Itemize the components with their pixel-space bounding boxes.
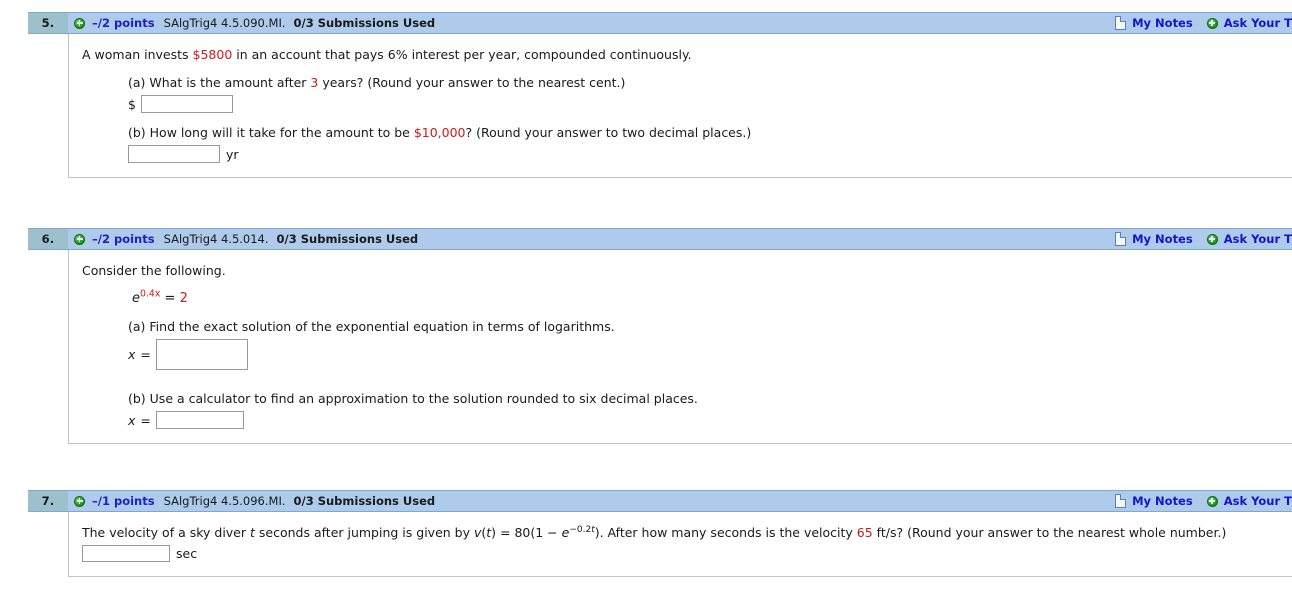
part-a-pre-5: (a) What is the amount after — [128, 75, 311, 90]
note-page-icon[interactable] — [1115, 232, 1127, 246]
part-b-unit-label-5: yr — [226, 146, 239, 162]
question-block-5: 5. –/2 points SAlgTrig4 4.5.090.MI. 0/3 … — [28, 12, 1292, 178]
part-b-pre-5: (b) How long will it take for the amount… — [128, 125, 414, 140]
ask-your-teacher-link-5[interactable]: Ask Your T — [1224, 16, 1292, 30]
question-header-left-7: –/1 points SAlgTrig4 4.5.096.MI. 0/3 Sub… — [68, 491, 1115, 511]
question-number-7: 7. — [28, 491, 68, 511]
unit-label-7: sec — [176, 546, 198, 561]
assignment-page: 5. –/2 points SAlgTrig4 4.5.090.MI. 0/3 … — [0, 0, 1292, 611]
expand-plus-icon[interactable] — [74, 17, 85, 29]
part-a-text-6: (a) Find the exact solution of the expon… — [128, 319, 615, 334]
question-statement-6: Consider the following. — [82, 263, 226, 278]
question-code-6: SAlgTrig4 4.5.014. — [163, 232, 269, 246]
ask-teacher-plus-icon[interactable] — [1206, 495, 1218, 507]
equation-6: e0.4x = 2 — [132, 288, 1292, 307]
stmt-part-2-7: seconds after jumping is given by — [254, 525, 474, 540]
question-header-right-5: My Notes Ask Your T — [1115, 13, 1292, 33]
part-b-answer-row-6: x = — [128, 411, 1292, 429]
part-a-answer-input-6[interactable] — [155, 339, 248, 370]
equation-base-6: e — [132, 291, 140, 306]
question-header-left-6: –/2 points SAlgTrig4 4.5.014. 0/3 Submis… — [68, 229, 1115, 249]
submissions-used-5: 0/3 Submissions Used — [293, 16, 436, 30]
stmt-part-5-7: ). After how many seconds is the velocit… — [594, 525, 857, 540]
ask-your-teacher-link-7[interactable]: Ask Your T — [1224, 494, 1292, 508]
ask-teacher-plus-icon[interactable] — [1206, 17, 1218, 29]
submissions-used-7: 0/3 Submissions Used — [293, 494, 436, 508]
part-a-post-5: years? (Round your answer to the nearest… — [318, 75, 626, 90]
points-label-5: –/2 points — [92, 16, 155, 30]
equation-exponent-6: 0.4x — [140, 288, 161, 300]
question-header-5: 5. –/2 points SAlgTrig4 4.5.090.MI. 0/3 … — [28, 12, 1292, 34]
my-notes-link-7[interactable]: My Notes — [1132, 494, 1193, 508]
part-b-post-5: ? (Round your answer to two decimal plac… — [465, 125, 752, 140]
part-a-variable-6: x — [128, 347, 136, 362]
ask-teacher-plus-icon[interactable] — [1206, 233, 1218, 245]
part-b-answer-input-6[interactable] — [155, 411, 244, 429]
part-a-text-5: (a) What is the amount after 3 years? (R… — [128, 74, 1292, 91]
answer-input-7[interactable] — [82, 545, 170, 562]
question-number-5: 5. — [28, 13, 68, 33]
part-a-answer-input-5[interactable] — [140, 95, 233, 113]
my-notes-link-6[interactable]: My Notes — [1132, 232, 1193, 246]
part-a-answer-row-6: x = — [128, 339, 1292, 370]
equation-equals-6: = — [160, 291, 180, 306]
part-b-text-5: (b) How long will it take for the amount… — [128, 124, 1292, 141]
question-statement-5: A woman invests $5800 in an account that… — [82, 46, 1292, 63]
question-body-5: A woman invests $5800 in an account that… — [68, 34, 1292, 178]
expand-plus-icon[interactable] — [74, 495, 85, 507]
stmt-exponent-7: −0.2t — [569, 525, 594, 535]
part-b-equals-6: = — [140, 412, 151, 428]
stmt-exponent-sign-7: −0.2 — [569, 524, 592, 535]
stmt-part-1-7: The velocity of a sky diver — [82, 525, 250, 540]
note-page-icon[interactable] — [1115, 16, 1127, 30]
answer-row-7: sec — [82, 545, 1292, 562]
stmt-part-6-7: ft/s? (Round your answer to the nearest … — [872, 525, 1227, 540]
question-header-7: 7. –/1 points SAlgTrig4 4.5.096.MI. 0/3 … — [28, 490, 1292, 512]
part-b-text-6: (b) Use a calculator to find an approxim… — [128, 391, 698, 406]
my-notes-link-5[interactable]: My Notes — [1132, 16, 1193, 30]
stmt-velocity-value-7: 65 — [856, 525, 873, 540]
part-b-variable-6: x — [128, 412, 136, 428]
statement-principal-5: $5800 — [192, 47, 233, 62]
statement-pre-5: A woman invests — [82, 47, 193, 62]
statement-post-5: in an account that pays 6% interest per … — [232, 47, 692, 62]
stmt-part-4-7: ) = 80(1 − — [491, 525, 562, 540]
question-body-6: Consider the following. e0.4x = 2 (a) Fi… — [68, 250, 1292, 444]
part-b-answer-input-5[interactable] — [128, 145, 220, 163]
points-label-6: –/2 points — [92, 232, 155, 246]
question-body-7: The velocity of a sky diver t seconds af… — [68, 512, 1292, 577]
question-number-6: 6. — [28, 229, 68, 249]
note-page-icon[interactable] — [1115, 494, 1127, 508]
question-header-left-5: –/2 points SAlgTrig4 4.5.090.MI. 0/3 Sub… — [68, 13, 1115, 33]
question-block-6: 6. –/2 points SAlgTrig4 4.5.014. 0/3 Sub… — [28, 228, 1292, 444]
points-label-7: –/1 points — [92, 494, 155, 508]
question-code-7: SAlgTrig4 4.5.096.MI. — [163, 494, 286, 508]
part-b-amount-5: $10,000 — [413, 125, 466, 140]
part-a-answer-row-5: $ — [128, 95, 1292, 113]
part-b-answer-row-5: yr — [128, 145, 1292, 163]
question-header-6: 6. –/2 points SAlgTrig4 4.5.014. 0/3 Sub… — [28, 228, 1292, 250]
question-statement-7: The velocity of a sky diver t seconds af… — [82, 524, 1292, 541]
dollar-sign-label-5: $ — [128, 96, 136, 112]
question-header-right-7: My Notes Ask Your T — [1115, 491, 1292, 511]
question-header-right-6: My Notes Ask Your T — [1115, 229, 1292, 249]
question-code-5: SAlgTrig4 4.5.090.MI. — [163, 16, 286, 30]
equation-rhs-6: 2 — [179, 291, 188, 306]
expand-plus-icon[interactable] — [74, 233, 85, 245]
question-block-7: 7. –/1 points SAlgTrig4 4.5.096.MI. 0/3 … — [28, 490, 1292, 577]
ask-your-teacher-link-6[interactable]: Ask Your T — [1224, 232, 1292, 246]
submissions-used-6: 0/3 Submissions Used — [276, 232, 419, 246]
part-a-equals-6: = — [140, 347, 151, 362]
